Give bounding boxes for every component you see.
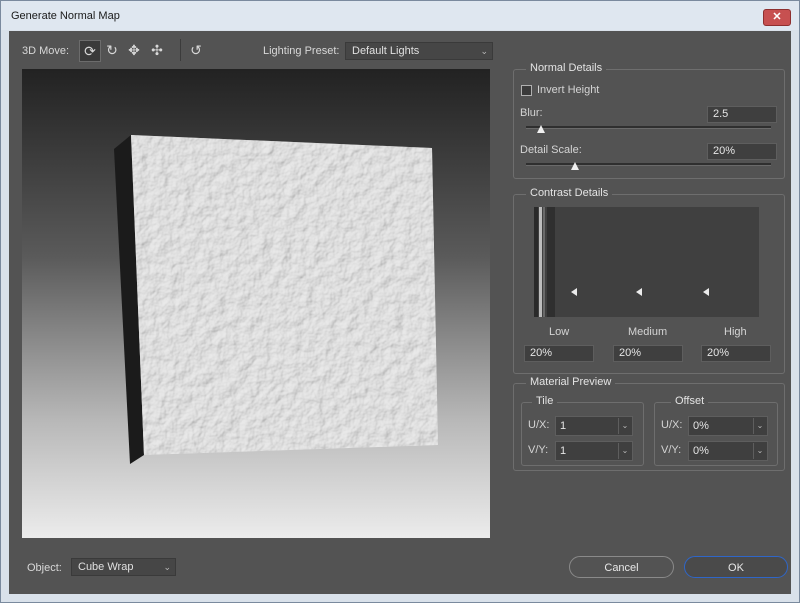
dialog-body: 3D Move: ⟳ ↻ ✥ ✣ ↺ Lighting Preset: Defa… [9,31,791,594]
contrast-bar [539,207,542,317]
tile-title: Tile [532,395,558,407]
title-bar: Generate Normal Map ✕ [1,1,799,30]
roll-icon: ↻ [106,41,118,58]
contrast-bar [534,207,538,317]
tile-ux-value: 1 [560,420,567,432]
tile-ux-label: U/X: [528,419,550,431]
low-contrast-input[interactable]: 20% [524,345,594,362]
detail-scale-slider-track[interactable] [526,163,771,166]
tile-subgroup: Tile U/X: 1 ⌄ V/Y: 1 ⌄ [521,395,644,466]
high-contrast-input[interactable]: 20% [701,345,771,362]
high-contrast-marker[interactable] [703,288,709,296]
offset-ux-combo[interactable]: 0% ⌄ [688,416,768,436]
contrast-bar [547,207,555,317]
medium-label: Medium [628,326,668,338]
slide-tool-button[interactable]: ✣ [147,40,167,60]
offset-title: Offset [671,395,709,407]
object-dropdown[interactable]: Cube Wrap ⌄ [71,558,176,576]
chevron-down-icon: ⌄ [753,418,766,434]
chevron-down-icon: ⌄ [618,443,631,459]
chevron-down-icon: ⌄ [753,443,766,459]
detail-scale-input[interactable]: 20% [707,143,777,160]
normal-details-title: Normal Details [526,62,607,74]
blur-slider-thumb[interactable] [536,125,545,133]
contrast-details-title: Contrast Details [526,187,613,199]
medium-contrast-marker[interactable] [636,288,642,296]
tile-vy-combo[interactable]: 1 ⌄ [555,441,633,461]
material-preview-group: Material Preview Tile U/X: 1 ⌄ V/Y: 1 ⌄ … [513,376,785,471]
lighting-preset-label: Lighting Preset: [263,45,340,57]
roll-tool-button[interactable]: ↻ [102,40,122,60]
normal-details-group: Normal Details Invert Height Blur: 2.5 D… [513,62,785,179]
3d-preview-viewport[interactable] [22,69,490,538]
detail-scale-slider-thumb[interactable] [571,162,579,170]
high-label: High [724,326,747,338]
object-value: Cube Wrap [78,561,134,573]
contrast-details-group: Contrast Details Low Medium High 20% 20%… [513,187,785,374]
low-contrast-marker[interactable] [571,288,577,296]
tile-vy-label: V/Y: [528,444,549,456]
offset-subgroup: Offset U/X: 0% ⌄ V/Y: 0% ⌄ [654,395,778,466]
blur-slider-track[interactable] [526,126,771,129]
chevron-down-icon: ⌄ [480,46,488,56]
3d-move-label: 3D Move: [22,45,70,57]
orbit-icon: ⟳ [84,42,96,59]
offset-ux-value: 0% [693,420,709,432]
dialog-window: Generate Normal Map ✕ 3D Move: ⟳ ↻ ✥ ✣ ↺… [0,0,800,603]
offset-vy-combo[interactable]: 0% ⌄ [688,441,768,461]
material-preview-title: Material Preview [526,376,616,388]
blur-input[interactable]: 2.5 [707,106,777,123]
close-button[interactable]: ✕ [763,9,791,26]
lighting-preset-dropdown[interactable]: Default Lights ⌄ [345,42,493,60]
chevron-down-icon: ⌄ [618,418,631,434]
cancel-button[interactable]: Cancel [569,556,674,578]
object-label: Object: [27,562,62,574]
cube-preview [114,135,438,464]
pan-tool-button[interactable]: ✥ [124,40,144,60]
orbit-tool-button[interactable]: ⟳ [79,40,101,62]
reset-view-button[interactable]: ↺ [186,40,206,60]
window-title: Generate Normal Map [11,10,120,22]
detail-scale-label: Detail Scale: [520,144,582,156]
offset-vy-label: V/Y: [661,444,682,456]
low-label: Low [549,326,570,338]
ok-button[interactable]: OK [684,556,788,578]
lighting-preset-value: Default Lights [352,45,420,57]
offset-vy-value: 0% [693,445,709,457]
contrast-graph[interactable] [534,207,759,317]
invert-height-label: Invert Height [537,84,600,96]
slide-icon: ✣ [151,41,163,58]
contrast-bar [543,207,545,317]
invert-height-checkbox[interactable] [521,85,532,96]
tile-vy-value: 1 [560,445,567,457]
reset-icon: ↺ [190,41,202,58]
medium-contrast-input[interactable]: 20% [613,345,683,362]
toolbar-separator [180,39,181,61]
offset-ux-label: U/X: [661,419,683,431]
blur-label: Blur: [520,107,543,119]
pan-icon: ✥ [128,41,140,58]
tile-ux-combo[interactable]: 1 ⌄ [555,416,633,436]
chevron-down-icon: ⌄ [163,562,171,572]
